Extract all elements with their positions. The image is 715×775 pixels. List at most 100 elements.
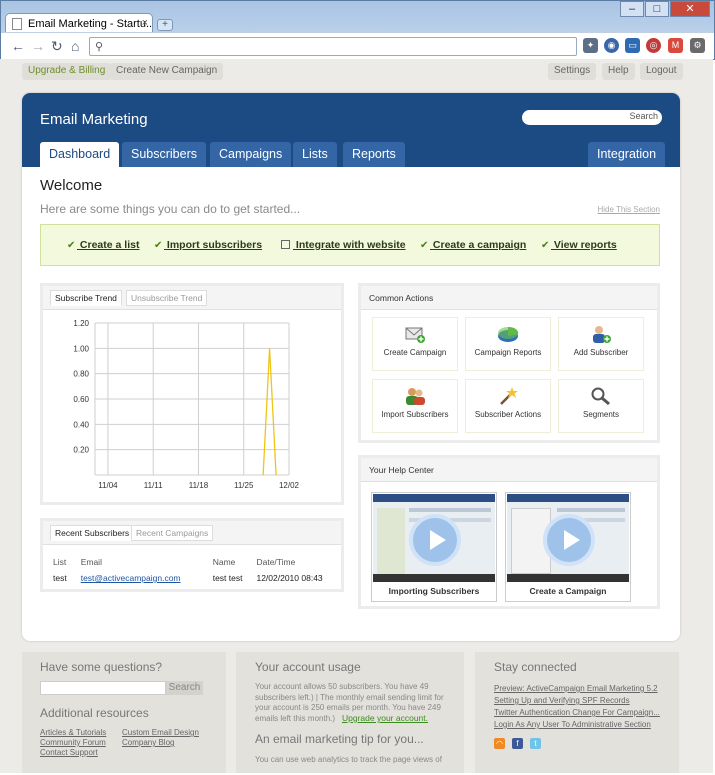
- play-icon[interactable]: [409, 514, 461, 566]
- community-forum-link[interactable]: Community Forum: [40, 738, 106, 747]
- browser-chrome: Email Marketing - Startu... × + – □ ✕ ← …: [0, 0, 715, 60]
- importing-subscribers-video[interactable]: Importing Subscribers: [371, 492, 497, 602]
- tab-subscribe-trend[interactable]: Subscribe Trend: [50, 290, 122, 306]
- segments-icon: [591, 387, 610, 406]
- video-title: Create a Campaign: [529, 586, 607, 596]
- campaign-reports-tile[interactable]: Campaign Reports: [465, 317, 551, 371]
- video-thumbnail: [373, 494, 495, 582]
- x-tick-label: 11/25: [234, 481, 254, 490]
- tip-title: An email marketing tip for you...: [255, 732, 424, 746]
- minimize-button[interactable]: –: [620, 1, 644, 17]
- help-center-box: Your Help Center Importing Subscribers C…: [358, 455, 660, 609]
- quick-action-integrate-website[interactable]: Integrate with website: [281, 239, 406, 251]
- forward-icon[interactable]: →: [31, 38, 45, 54]
- create-campaign-icon: [405, 327, 425, 343]
- cell-email-link[interactable]: test@activecampaign.com: [81, 573, 213, 583]
- column-header-name: Name: [212, 557, 236, 567]
- maximize-button[interactable]: □: [645, 1, 669, 17]
- tab-dashboard[interactable]: Dashboard: [40, 142, 120, 167]
- footer-search-input[interactable]: [40, 681, 166, 695]
- quick-action-import-subscribers[interactable]: ✔ Import subscribers: [154, 239, 262, 251]
- help-button[interactable]: Help: [602, 63, 635, 80]
- header-search-input[interactable]: Search: [522, 110, 662, 125]
- window-close-button[interactable]: ✕: [670, 1, 710, 17]
- settings-button[interactable]: Settings: [548, 63, 597, 80]
- blog-link[interactable]: Login As Any User To Administrative Sect…: [494, 720, 651, 729]
- blog-link[interactable]: Twitter Authentication Change For Campai…: [494, 708, 660, 717]
- dashboard-panel: Email Marketing Search Dashboard Subscri…: [22, 93, 680, 641]
- create-campaign-tile[interactable]: Create Campaign: [372, 317, 458, 371]
- top-utility-bar: Upgrade & Billing Create New Campaign Se…: [22, 63, 691, 81]
- column-header-list: List: [53, 557, 67, 567]
- facebook-icon[interactable]: f: [512, 738, 523, 749]
- header-search-button[interactable]: Search: [629, 111, 658, 121]
- subscriber-actions-icon: [500, 387, 518, 405]
- hide-section-link[interactable]: Hide This Section: [597, 205, 660, 214]
- app-header: Email Marketing Search Dashboard Subscri…: [22, 93, 680, 167]
- recent-subscribers-table: List Email Name Date/Time test test@acti…: [53, 557, 337, 583]
- segments-tile[interactable]: Segments: [558, 379, 644, 433]
- back-icon[interactable]: ←: [11, 38, 25, 54]
- checkmark-icon: ✔: [67, 240, 76, 251]
- tab-recent-campaigns[interactable]: Recent Campaigns: [131, 525, 214, 541]
- trend-tabs: Subscribe Trend Unsubscribe Trend: [43, 286, 341, 310]
- x-tick-label: 11/04: [98, 481, 118, 490]
- logout-button[interactable]: Logout: [640, 63, 683, 80]
- blog-link[interactable]: Setting Up and Verifying SPF Records: [494, 696, 630, 705]
- browser-tab-title: Email Marketing - Startu...: [28, 18, 153, 30]
- additional-resources-title: Additional resources: [40, 706, 149, 720]
- twitter-icon[interactable]: t: [530, 738, 541, 749]
- tab-campaigns[interactable]: Campaigns: [210, 142, 292, 167]
- y-tick-label: 0.40: [73, 420, 89, 429]
- tab-subscribers[interactable]: Subscribers: [122, 142, 206, 167]
- tab-integration[interactable]: Integration: [588, 142, 666, 167]
- search-icon: ⚲: [95, 41, 104, 53]
- common-actions-title: Common Actions: [369, 293, 434, 303]
- checkmark-icon: ✔: [541, 240, 550, 251]
- tab-strip: Email Marketing - Startu... × +: [5, 9, 705, 35]
- target-icon[interactable]: ◎: [646, 38, 661, 53]
- footer-search-button[interactable]: Search: [166, 681, 203, 695]
- articles-tutorials-link[interactable]: Articles & Tutorials: [40, 728, 106, 737]
- tab-recent-subscribers[interactable]: Recent Subscribers: [50, 525, 135, 541]
- custom-email-design-link[interactable]: Custom Email Design: [122, 728, 199, 737]
- quick-action-create-list[interactable]: ✔ Create a list: [67, 239, 139, 251]
- new-tab-button[interactable]: +: [157, 19, 173, 31]
- account-usage-title: Your account usage: [255, 660, 361, 674]
- quick-action-view-reports[interactable]: ✔ View reports: [541, 239, 617, 251]
- subscribe-trend-chart: 0.20 0.40 0.60 0.80 1.00 1.20 11/04 11/11 11/18 1…: [73, 319, 299, 490]
- subscriber-actions-tile[interactable]: Subscriber Actions: [465, 379, 551, 433]
- upgrade-account-link[interactable]: Upgrade your account.: [342, 713, 428, 723]
- import-subscribers-tile[interactable]: Import Subscribers: [372, 379, 458, 433]
- tab-lists[interactable]: Lists: [293, 142, 337, 167]
- campaign-reports-label: Campaign Reports: [474, 348, 542, 357]
- monitor-icon[interactable]: ▭: [625, 38, 640, 53]
- create-new-campaign-button[interactable]: Create New Campaign: [110, 63, 224, 80]
- close-tab-icon[interactable]: ×: [142, 17, 148, 29]
- tab-reports[interactable]: Reports: [343, 142, 405, 167]
- home-icon[interactable]: ⌂: [71, 38, 79, 54]
- video-title: Importing Subscribers: [388, 586, 480, 596]
- quick-action-create-campaign[interactable]: ✔ Create a campaign: [420, 239, 526, 251]
- import-subscribers-label: Import Subscribers: [381, 410, 449, 419]
- add-subscriber-tile[interactable]: Add Subscriber: [558, 317, 644, 371]
- y-tick-label: 0.80: [73, 370, 89, 379]
- contact-support-link[interactable]: Contact Support: [40, 748, 98, 757]
- globe-icon[interactable]: ◉: [604, 38, 619, 53]
- blog-link[interactable]: Preview: ActiveCampaign Email Marketing …: [494, 684, 658, 693]
- reload-icon[interactable]: ↻: [51, 38, 63, 55]
- x-tick-label: 11/18: [189, 481, 209, 490]
- puzzle-icon[interactable]: ✦: [583, 38, 598, 53]
- gmail-icon[interactable]: M: [668, 38, 683, 53]
- company-blog-link[interactable]: Company Blog: [122, 738, 174, 747]
- browser-toolbar: ← → ↻ ⌂ ⚲ ✦ ◉ ▭ ◎ M ⚙: [1, 32, 714, 59]
- upgrade-billing-button[interactable]: Upgrade & Billing: [22, 63, 112, 80]
- play-icon[interactable]: [543, 514, 595, 566]
- address-bar[interactable]: ⚲: [89, 37, 577, 56]
- wrench-icon[interactable]: ⚙: [690, 38, 705, 53]
- cell-name: test test: [212, 573, 243, 583]
- welcome-subtitle: Here are some things you can do to get s…: [40, 202, 301, 216]
- tab-unsubscribe-trend[interactable]: Unsubscribe Trend: [126, 290, 208, 306]
- create-campaign-video[interactable]: Create a Campaign: [505, 492, 631, 602]
- rss-icon[interactable]: ◠: [494, 738, 505, 749]
